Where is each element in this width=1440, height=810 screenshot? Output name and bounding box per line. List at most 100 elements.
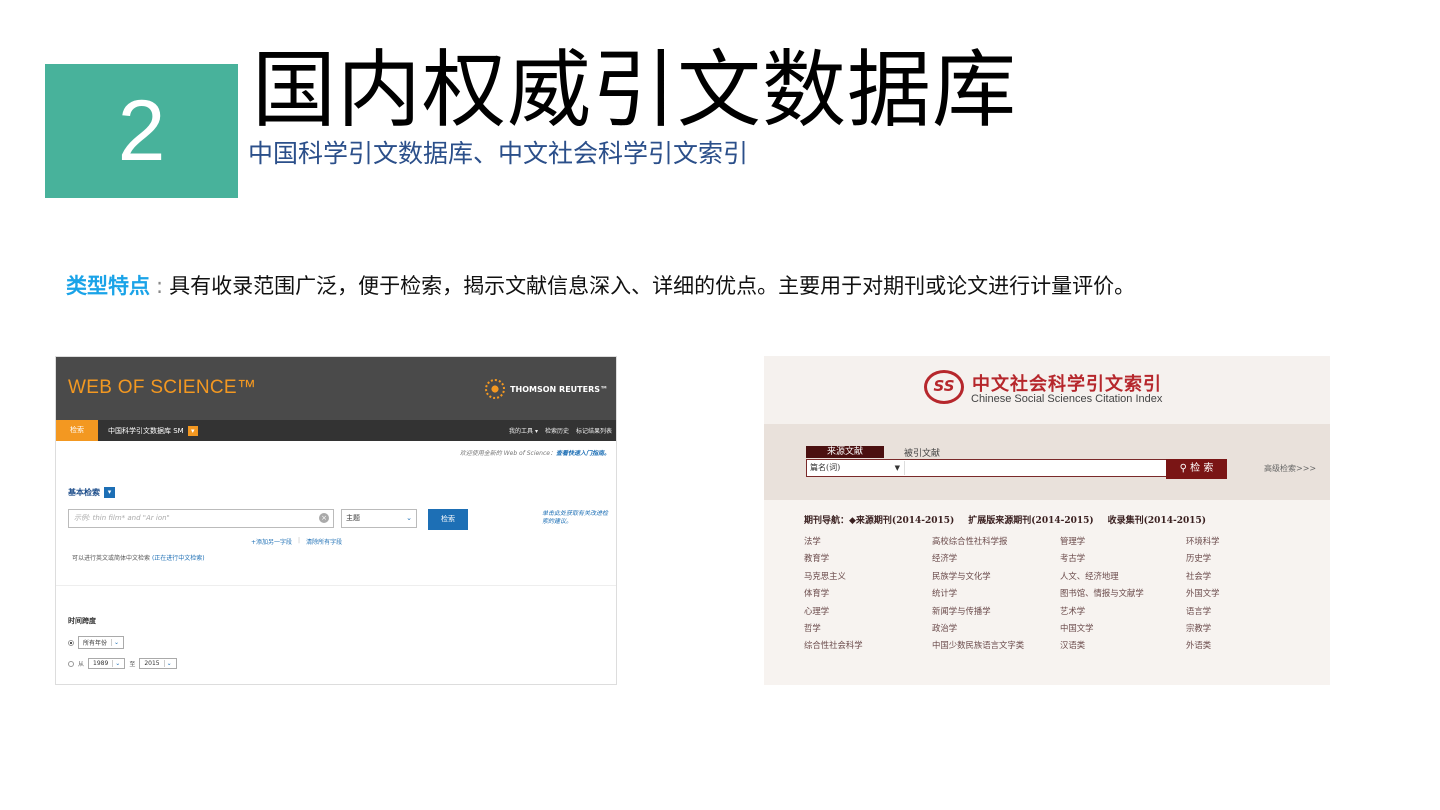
- chevron-down-icon: ⌄: [112, 660, 120, 667]
- chevron-down-icon[interactable]: ▾: [187, 425, 198, 436]
- nav-extended-journals[interactable]: 扩展版来源期刊(2014-2015): [968, 516, 1093, 526]
- timespan-range-radio[interactable]: [68, 660, 74, 667]
- tab-source-docs[interactable]: 来源文献: [806, 446, 884, 458]
- nav-collected-journals[interactable]: 收录集刊(2014-2015): [1108, 516, 1206, 526]
- cssci-screenshot: SS 中文社会科学引文索引 Chinese Social Sciences Ci…: [764, 356, 1330, 685]
- journal-nav: 期刊导航：◆来源期刊(2014-2015) 扩展版来源期刊(2014-2015) 收…: [804, 513, 1220, 526]
- section-number-badge: 2: [45, 64, 238, 198]
- subject-category-link[interactable]: 综合性社会科学: [804, 637, 932, 654]
- chevron-down-icon[interactable]: ▾: [104, 487, 115, 498]
- subject-category-link[interactable]: 历史学: [1186, 550, 1286, 567]
- subject-category-link[interactable]: 语言学: [1186, 603, 1286, 620]
- language-note-text: 可以进行英文或简体中文检索: [72, 555, 151, 562]
- advanced-search-link[interactable]: 高级检索>>>: [1264, 463, 1316, 474]
- to-label: 至: [129, 661, 136, 668]
- field-select[interactable]: 主题 ⌄: [341, 509, 417, 528]
- clear-fields-link[interactable]: 清除所有字段: [306, 537, 342, 546]
- from-year-select[interactable]: 1989 ⌄: [88, 658, 126, 669]
- language-note: 可以进行英文或简体中文检索 (正在进行中文检索): [72, 553, 205, 562]
- basic-search-selector[interactable]: 基本检索 ▾: [68, 487, 115, 498]
- subject-category-link[interactable]: 外语类: [1186, 637, 1286, 654]
- subject-category-link[interactable]: 外国文学: [1186, 585, 1286, 602]
- subject-category-link[interactable]: 民族学与文化学: [932, 568, 1060, 585]
- field-links: +添加另一字段 | 清除所有字段: [251, 537, 342, 546]
- search-tips-link[interactable]: 单击此处获取有关改进检索的建议。: [542, 510, 610, 526]
- tab-cited-docs[interactable]: 被引文献: [904, 446, 940, 459]
- thomson-reuters-brand: THOMSON REUTERS™: [485, 379, 608, 399]
- section-number: 2: [117, 82, 166, 179]
- search-icon: ⚲: [1179, 463, 1187, 474]
- chinese-search-link[interactable]: (正在进行中文检索): [152, 555, 205, 562]
- timespan-all-select[interactable]: 所有年份 ⌄: [78, 636, 125, 649]
- clear-icon[interactable]: ×: [319, 513, 329, 523]
- subject-category-link[interactable]: 环境科学: [1186, 533, 1286, 550]
- subject-category-grid: 法学 高校综合性社科学报 管理学 环境科学教育学 经济学 考古学 历史学马克思主义 民族学与文…: [804, 533, 1286, 655]
- subject-category-link[interactable]: 中国文学: [1060, 620, 1186, 637]
- subject-category-link[interactable]: 汉语类: [1060, 637, 1186, 654]
- divider: |: [298, 537, 301, 544]
- from-year-value: 1989: [93, 660, 109, 667]
- page-title: 国内权威引文数据库: [252, 41, 1018, 139]
- subject-category-link[interactable]: 宗教学: [1186, 620, 1286, 637]
- subject-category-link[interactable]: 人文、经济地理: [1060, 568, 1186, 585]
- divider: [56, 585, 616, 586]
- wos-logo: WEB OF SCIENCE™: [68, 377, 257, 398]
- search-placeholder: 示例: thin film* and "Ar ion": [74, 514, 170, 522]
- database-label: 中国科学引文数据库 SM: [108, 426, 184, 435]
- to-year-select[interactable]: 2015 ⌄: [139, 658, 177, 669]
- timespan-label: 时间跨度: [68, 617, 96, 625]
- subject-category-link[interactable]: 图书馆、情报与文献学: [1060, 585, 1186, 602]
- field-select-value: 主题: [346, 514, 360, 522]
- wos-nav-bar: 检索 中国科学引文数据库 SM ▾ 我的工具 ▾ 检索历史 标记结果列表: [56, 420, 616, 441]
- nav-my-tools[interactable]: 我的工具 ▾: [509, 426, 538, 435]
- subject-category-link[interactable]: 高校综合性社科学报: [932, 533, 1060, 550]
- subject-category-link[interactable]: 经济学: [932, 550, 1060, 567]
- subject-category-link[interactable]: 政治学: [932, 620, 1060, 637]
- basic-search-label: 基本检索: [68, 488, 100, 497]
- subject-category-link[interactable]: 新闻学与传播学: [932, 603, 1060, 620]
- nav-search-history[interactable]: 检索历史: [545, 426, 569, 435]
- wos-nav-right: 我的工具 ▾ 检索历史 标记结果列表: [509, 420, 612, 441]
- subject-category-link[interactable]: 心理学: [804, 603, 932, 620]
- add-field-link[interactable]: +添加另一字段: [251, 537, 292, 546]
- subject-category-link[interactable]: 考古学: [1060, 550, 1186, 567]
- description: 类型特点: 具有收录范围广泛，便于检索，揭示文献信息深入、详细的优点。主要用于对期…: [66, 270, 1135, 300]
- welcome-prefix: 欢迎使用全新的 Web of Science：: [459, 450, 556, 457]
- subject-category-link[interactable]: 中国少数民族语言文字类: [932, 637, 1060, 654]
- from-label: 从: [78, 661, 85, 668]
- quick-start-link[interactable]: 查看快速入门指南。: [556, 450, 610, 457]
- cssci-search-label: 检 索: [1190, 463, 1214, 474]
- database-selector[interactable]: 中国科学引文数据库 SM ▾: [108, 425, 198, 436]
- search-input[interactable]: 示例: thin film* and "Ar ion" ×: [68, 509, 334, 528]
- subject-category-link[interactable]: 艺术学: [1060, 603, 1186, 620]
- cssci-field-select[interactable]: 篇名(词) ▼: [808, 461, 905, 475]
- chevron-down-icon: ▼: [894, 464, 900, 472]
- subject-category-link[interactable]: 法学: [804, 533, 932, 550]
- chevron-down-icon: ⌄: [406, 514, 412, 522]
- journal-nav-label: 期刊导航：: [804, 516, 850, 526]
- chevron-down-icon: ⌄: [163, 660, 172, 667]
- description-label: 类型特点: [66, 274, 150, 298]
- subject-category-link[interactable]: 社会学: [1186, 568, 1286, 585]
- tab-search[interactable]: 检索: [56, 420, 98, 441]
- subject-category-link[interactable]: 统计学: [932, 585, 1060, 602]
- subject-category-link[interactable]: 马克思主义: [804, 568, 932, 585]
- subject-category-link[interactable]: 哲学: [804, 620, 932, 637]
- cssci-search-input[interactable]: 篇名(词) ▼: [806, 459, 1167, 477]
- description-colon: :: [156, 274, 164, 298]
- subject-category-link[interactable]: 教育学: [804, 550, 932, 567]
- nav-marked-list[interactable]: 标记结果列表: [576, 426, 612, 435]
- subject-category-link[interactable]: 体育学: [804, 585, 932, 602]
- timespan-all-value: 所有年份: [83, 640, 108, 647]
- thomson-reuters-icon: [485, 379, 506, 399]
- thomson-reuters-label: THOMSON REUTERS™: [510, 384, 608, 394]
- cssci-title-en: Chinese Social Sciences Citation Index: [971, 393, 1163, 405]
- timespan-all-radio[interactable]: [68, 639, 74, 646]
- nav-source-journals[interactable]: ◆来源期刊(2014-2015): [849, 516, 954, 526]
- cssci-field-value: 篇名(词): [810, 463, 841, 472]
- cssci-logo-icon: SS: [924, 370, 964, 404]
- cssci-search-button[interactable]: ⚲ 检 索: [1166, 459, 1227, 479]
- search-button[interactable]: 检索: [428, 509, 468, 530]
- wos-header: WEB OF SCIENCE™ THOMSON REUTERS™: [56, 357, 616, 420]
- subject-category-link[interactable]: 管理学: [1060, 533, 1186, 550]
